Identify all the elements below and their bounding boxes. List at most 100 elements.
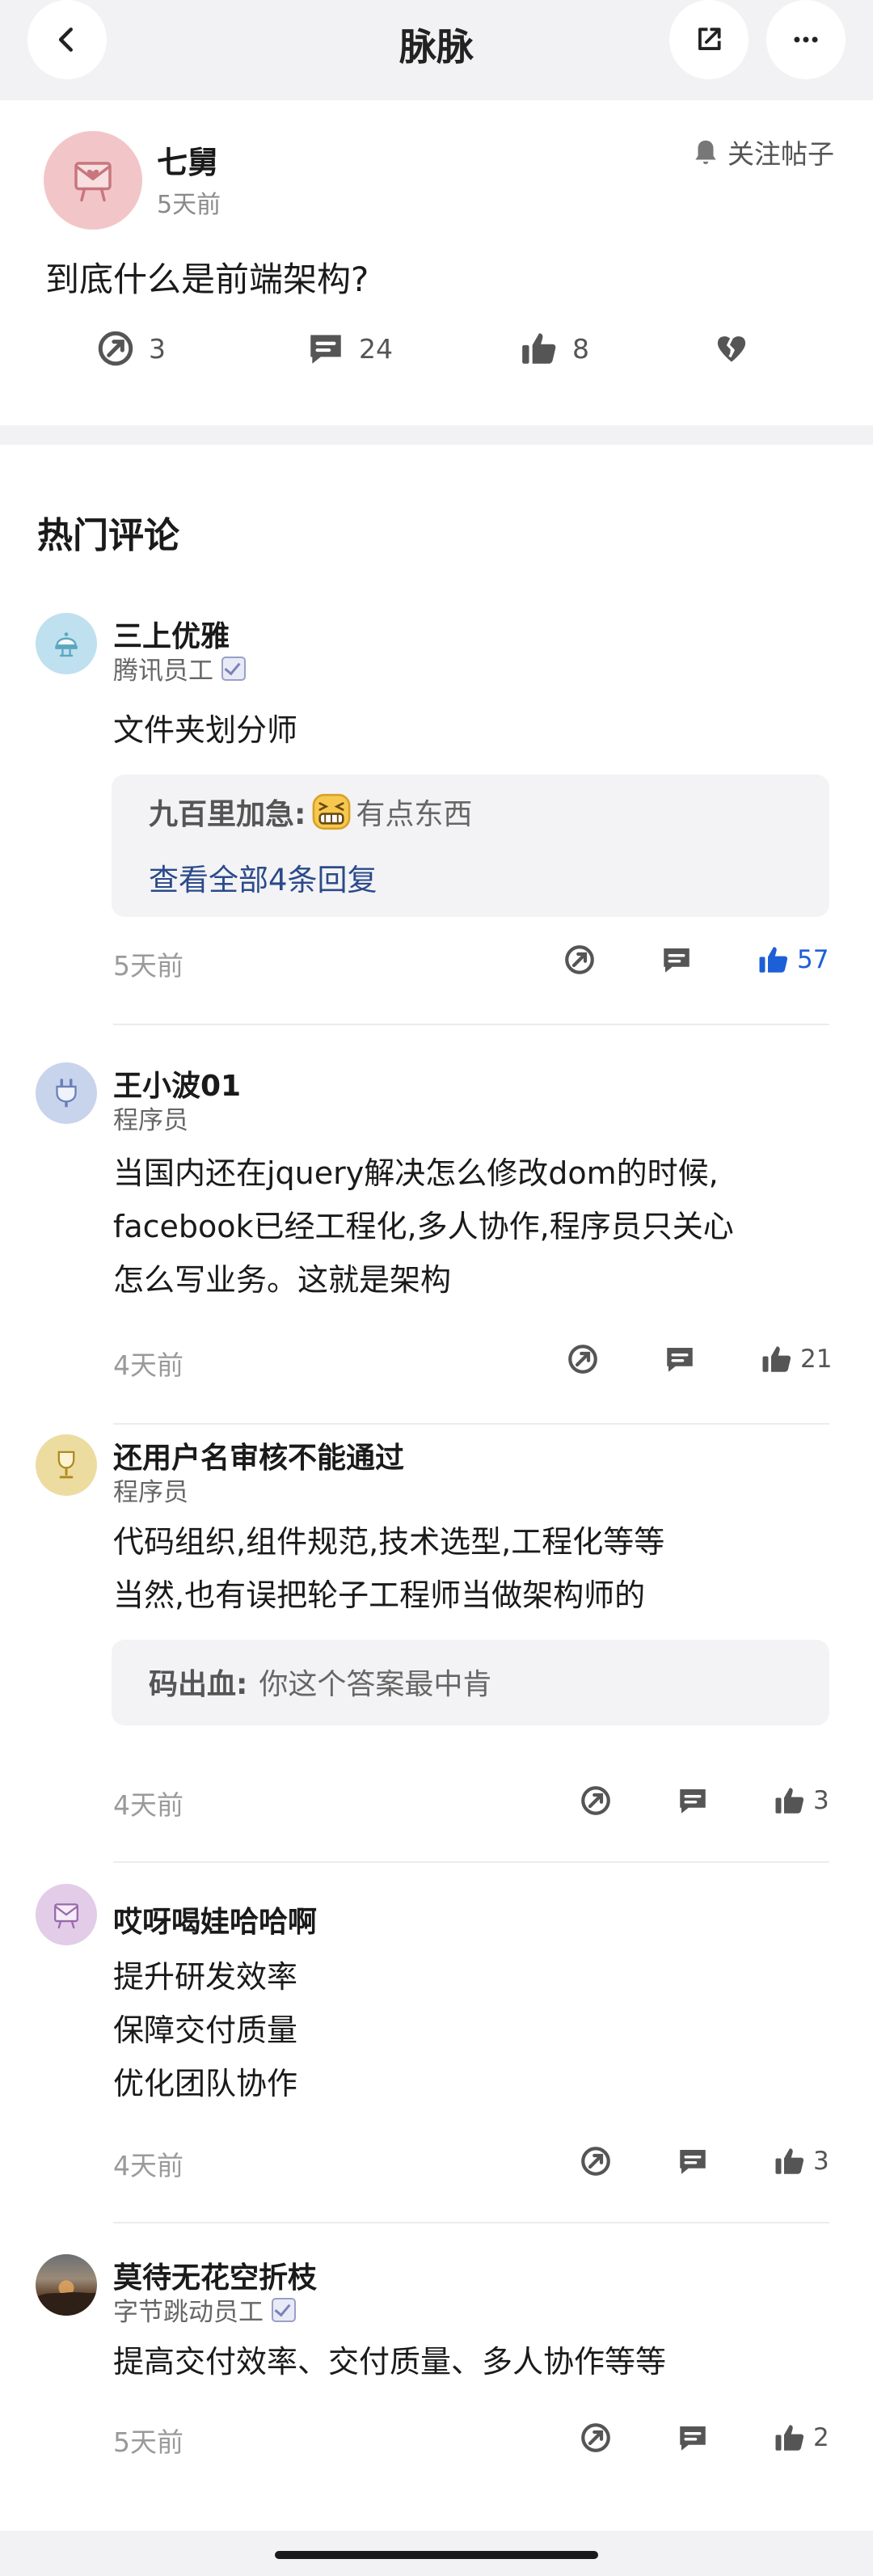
comment-share-button[interactable] <box>579 2421 613 2455</box>
post-dislike-button[interactable] <box>711 328 765 369</box>
view-all-replies-link[interactable]: 查看全部4条回复 <box>149 855 377 899</box>
post-like-count: 8 <box>572 332 589 365</box>
comment-time: 4天前 <box>113 2150 183 2181</box>
comment-time: 5天前 <box>113 2426 183 2458</box>
commenter-avatar[interactable] <box>36 2254 97 2316</box>
reply-text: 你这个答案最中肯 <box>259 1668 492 1701</box>
commenter-role: 程序员 <box>113 1100 188 1136</box>
comment-icon <box>310 335 341 364</box>
commenter-name[interactable]: 三上优雅 <box>113 613 230 655</box>
reply-line: 码出血: 你这个答案最中肯 <box>149 1661 491 1703</box>
comment-time: 4天前 <box>113 1789 183 1821</box>
post-comment-count: 24 <box>359 332 393 365</box>
comment-like-count: 57 <box>797 945 829 974</box>
post-time: 5天前 <box>157 191 221 219</box>
commenter-avatar[interactable] <box>36 1884 97 1945</box>
post-title: 到底什么是前端架构? <box>45 260 369 299</box>
post-share-count: 3 <box>149 332 166 365</box>
bell-icon <box>695 140 716 165</box>
post-share-button[interactable]: 3 <box>95 328 166 369</box>
trophy-avatar-icon <box>57 1451 75 1479</box>
comment-text: 代码组织,组件规范,技术选型,工程化等等 当然,也有误把轮子工程师当做架构师的 <box>113 1524 665 1613</box>
author-avatar[interactable] <box>44 131 142 230</box>
forward-icon <box>581 1786 610 1815</box>
thumbs-up-icon <box>775 2148 804 2174</box>
commenter-name[interactable]: 还用户名审核不能通过 <box>113 1434 404 1476</box>
comment-share-button[interactable] <box>579 1784 613 1818</box>
commenter-role: 腾讯员工 <box>113 650 246 686</box>
thumbs-up-icon <box>775 1788 804 1814</box>
thumbs-up-icon <box>762 1346 791 1372</box>
commenter-role-label: 程序员 <box>113 1478 188 1507</box>
comment-icon <box>680 2426 706 2451</box>
reply-text: 有点东西 <box>356 798 473 831</box>
share-button[interactable] <box>669 0 749 79</box>
comment-icon <box>667 1348 693 1372</box>
post-card: 七舅 5天前 关注帖子 到底什么是前端架构? 3 24 8 <box>0 100 873 425</box>
commenter-avatar[interactable] <box>36 613 97 674</box>
commenter-avatar[interactable] <box>36 1434 97 1496</box>
post-action-bar: 3 24 8 <box>0 320 873 377</box>
reply-author: 九百里加急: <box>149 798 306 831</box>
post-like-button[interactable]: 8 <box>519 328 589 369</box>
comment-like-count: 3 <box>813 2147 829 2176</box>
comment-reply-button[interactable] <box>676 2421 710 2455</box>
reply-line: 九百里加急: 有点东西 <box>149 791 472 833</box>
forward-icon <box>581 2423 610 2452</box>
commenter-role-label: 字节跳动员工 <box>113 2298 264 2327</box>
comment-share-button[interactable] <box>563 943 597 977</box>
comment-text: 提高交付效率、交付质量、多人协作等等 <box>113 2344 667 2380</box>
thumbs-up-icon <box>775 2425 804 2451</box>
comment-divider <box>113 1423 829 1425</box>
commenter-avatar[interactable] <box>36 1062 97 1124</box>
comment-like-button[interactable]: 21 <box>760 1342 832 1376</box>
forward-icon <box>581 2147 610 2176</box>
forward-icon <box>568 1345 597 1374</box>
comment-reply-button[interactable] <box>676 2144 710 2178</box>
comment-like-button[interactable]: 3 <box>773 2144 829 2178</box>
follow-post-button[interactable]: 关注帖子 <box>690 133 834 171</box>
top-nav-bar: 脉脉 <box>0 0 873 91</box>
commenter-role-label: 程序员 <box>113 1106 188 1135</box>
reply-box[interactable]: 九百里加急: 有点东西 查看全部4条回复 <box>112 775 829 917</box>
comment-divider <box>113 2222 829 2223</box>
comment-reply-button[interactable] <box>663 1342 697 1376</box>
comment-text: 提升研发效率 保障交付质量 优化团队协作 <box>113 1959 298 2101</box>
comment-reply-button[interactable] <box>676 1784 710 1818</box>
comment-share-button[interactable] <box>579 2144 613 2178</box>
post-comment-button[interactable]: 24 <box>306 328 393 369</box>
comment-like-button[interactable]: 2 <box>773 2421 829 2455</box>
comment-like-count: 21 <box>800 1345 833 1374</box>
hot-comments-section: 热门评论 三上优雅 腾讯员工 文件夹划分师 九百里加急: 有点东西 查看全部4条… <box>0 445 873 2531</box>
comment-icon <box>680 2150 706 2174</box>
thumbs-up-icon <box>522 333 556 364</box>
comment-like-button[interactable]: 3 <box>773 1784 829 1818</box>
reply-box[interactable]: 码出血: 你这个答案最中肯 <box>112 1640 829 1725</box>
broken-heart-icon <box>715 333 749 365</box>
commenter-name[interactable]: 莫待无花空折枝 <box>113 2254 317 2296</box>
verified-badge-icon <box>221 656 246 681</box>
commenter-role: 字节跳动员工 <box>113 2291 296 2328</box>
thumbs-up-icon <box>759 947 788 973</box>
comment-like-count: 3 <box>813 1786 829 1815</box>
more-icon <box>794 36 818 43</box>
plug-avatar-icon <box>56 1079 77 1108</box>
comment-icon <box>680 1789 706 1814</box>
comment-divider <box>113 1024 829 1025</box>
comment-like-button[interactable]: 57 <box>757 943 829 977</box>
home-indicator[interactable] <box>275 2551 598 2559</box>
comment-share-button[interactable] <box>566 1342 600 1376</box>
commenter-name[interactable]: 哎呀喝娃哈哈啊 <box>113 1898 317 1940</box>
commenter-role: 程序员 <box>113 1472 188 1508</box>
more-button[interactable] <box>766 0 846 79</box>
comment-like-count: 2 <box>813 2423 829 2452</box>
follow-post-label: 关注帖子 <box>728 138 834 170</box>
verified-badge-icon <box>272 2297 296 2322</box>
comment-time: 4天前 <box>113 1349 183 1381</box>
comment-icon <box>664 948 690 973</box>
robot-avatar-icon <box>55 632 78 657</box>
envelope-avatar-icon <box>54 1903 78 1929</box>
author-name[interactable]: 七舅 <box>157 137 218 182</box>
commenter-name[interactable]: 王小波01 <box>113 1062 241 1104</box>
comment-reply-button[interactable] <box>660 943 694 977</box>
